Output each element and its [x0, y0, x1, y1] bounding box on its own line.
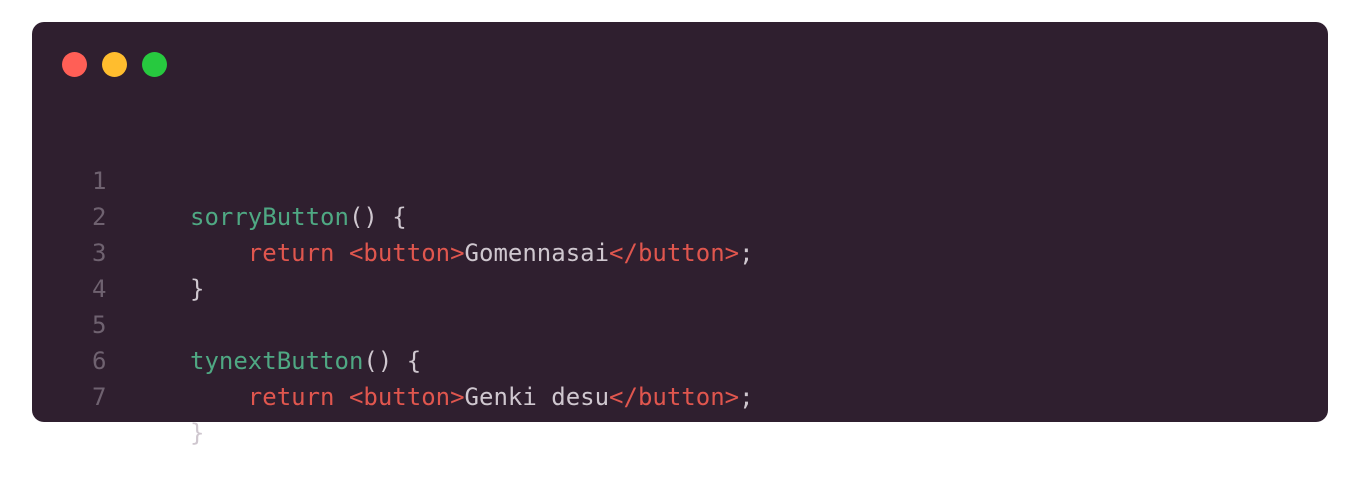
line-source: return <button>Gomennasai</button>;: [190, 235, 754, 271]
function-name: sorryButton: [190, 203, 349, 231]
line-source: tynextButton() {: [190, 343, 421, 379]
keyword: return: [247, 383, 335, 411]
tag-text: Gomennasai: [464, 239, 610, 267]
line-source: }: [190, 275, 205, 303]
line-source: return <button>Genki desu</button>;: [190, 379, 754, 415]
code-line: 2 return <button>Gomennasai</button>;: [32, 163, 754, 267]
close-tag: </button>: [609, 239, 740, 267]
code-window: 1 sorryButton() { 2 return <button>Gomen…: [32, 22, 1328, 447]
keyword: return: [247, 239, 335, 267]
line-source: }: [190, 419, 205, 447]
open-tag: <button>: [348, 239, 465, 267]
code-block: 1 sorryButton() { 2 return <button>Gomen…: [32, 127, 754, 447]
line-source: sorryButton() {: [190, 199, 407, 235]
semicolon: ;: [739, 383, 754, 411]
open-tag: <button>: [348, 383, 465, 411]
close-dot-icon[interactable]: [62, 52, 87, 77]
code-line: 3 }: [32, 199, 204, 303]
semicolon: ;: [739, 239, 754, 267]
function-name: tynextButton: [190, 347, 364, 375]
code-line: 5 tynextButton() {: [32, 271, 421, 375]
code-line: 1 sorryButton() {: [32, 127, 407, 231]
close-tag: </button>: [609, 383, 740, 411]
code-line: 7 }: [32, 343, 204, 447]
minimize-dot-icon[interactable]: [102, 52, 127, 77]
code-line: 6 return <button>Genki desu</button>;: [32, 307, 754, 411]
code-line: 4: [32, 235, 119, 303]
window-controls: [62, 52, 167, 77]
maximize-dot-icon[interactable]: [142, 52, 167, 77]
punctuation: () {: [348, 203, 407, 231]
tag-text: Genki desu: [464, 383, 610, 411]
line-number: 7: [92, 383, 107, 411]
punctuation: () {: [363, 347, 422, 375]
